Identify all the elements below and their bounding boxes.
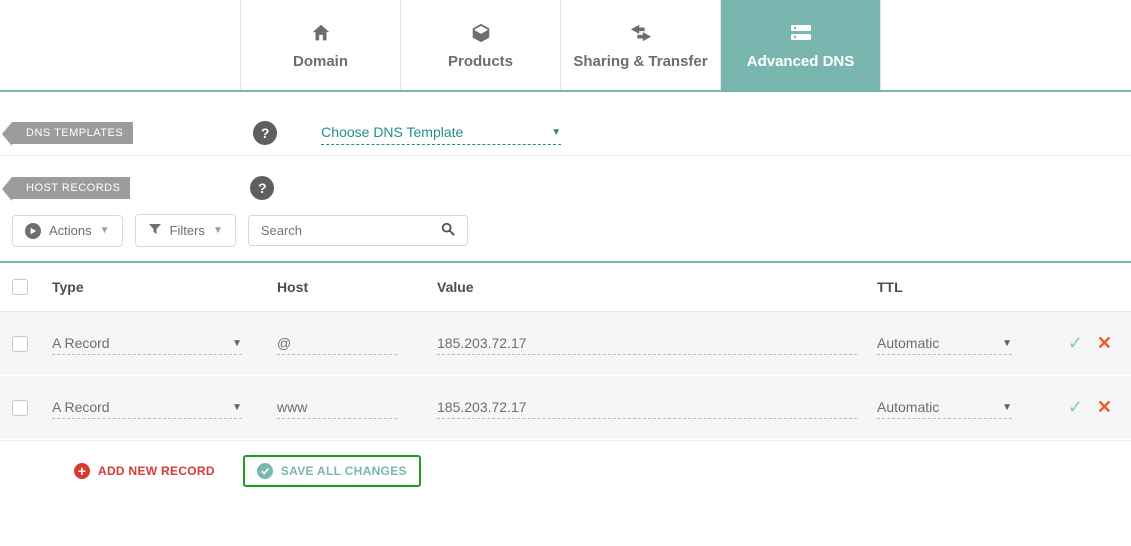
tab-spacer xyxy=(0,0,240,90)
play-icon xyxy=(25,223,41,239)
header-type: Type xyxy=(52,279,277,295)
tab-spacer xyxy=(880,0,1131,90)
add-record-button[interactable]: + ADD NEW RECORD xyxy=(64,457,225,485)
section-dns-templates: DNS TEMPLATES ? Choose DNS Template ▼ xyxy=(0,110,1131,156)
chevron-down-icon: ▼ xyxy=(551,127,561,138)
table-row: A Record ▼ Automatic ▼ ✓ ✕ xyxy=(0,376,1131,440)
delete-icon[interactable]: ✕ xyxy=(1097,397,1112,418)
header-value: Value xyxy=(437,279,877,295)
dns-template-select[interactable]: Choose DNS Template ▼ xyxy=(321,120,561,145)
record-type-select[interactable]: A Record ▼ xyxy=(52,332,242,355)
section-host-records: HOST RECORDS ? xyxy=(0,166,1131,210)
table-header: Type Host Value TTL xyxy=(0,263,1131,312)
tab-label: Domain xyxy=(293,53,348,70)
button-label: Actions xyxy=(49,223,92,238)
ttl-value: Automatic xyxy=(877,399,939,415)
record-type-value: A Record xyxy=(52,335,110,351)
tab-products[interactable]: Products xyxy=(400,0,560,90)
tab-advanced-dns[interactable]: Advanced DNS xyxy=(720,0,880,90)
table-row: A Record ▼ Automatic ▼ ✓ ✕ xyxy=(0,312,1131,376)
chevron-down-icon: ▼ xyxy=(213,225,223,236)
ttl-value: Automatic xyxy=(877,335,939,351)
chevron-down-icon: ▼ xyxy=(1002,402,1012,413)
filters-button[interactable]: Filters ▼ xyxy=(135,214,236,247)
value-input[interactable] xyxy=(437,396,857,419)
host-records-table: Type Host Value TTL A Record ▼ Automatic… xyxy=(0,261,1131,440)
delete-icon[interactable]: ✕ xyxy=(1097,333,1112,354)
tab-label: Sharing & Transfer xyxy=(573,53,707,70)
record-type-value: A Record xyxy=(52,399,110,415)
actions-button[interactable]: Actions ▼ xyxy=(12,215,123,247)
box-icon xyxy=(470,21,492,45)
filter-icon xyxy=(148,222,162,239)
header-ttl: TTL xyxy=(877,279,1032,295)
ttl-select[interactable]: Automatic ▼ xyxy=(877,332,1012,355)
tab-label: Products xyxy=(448,53,513,70)
chevron-down-icon: ▼ xyxy=(1002,338,1012,349)
button-label: Filters xyxy=(170,223,205,238)
chevron-down-icon: ▼ xyxy=(100,225,110,236)
row-checkbox[interactable] xyxy=(12,336,28,352)
search-input[interactable] xyxy=(261,223,421,238)
host-input[interactable] xyxy=(277,332,397,355)
server-icon xyxy=(789,21,813,45)
chevron-down-icon: ▼ xyxy=(232,338,242,349)
tab-bar: Domain Products Sharing & Transfer Advan… xyxy=(0,0,1131,92)
ttl-select[interactable]: Automatic ▼ xyxy=(877,396,1012,419)
header-host: Host xyxy=(277,279,437,295)
toolbar: Actions ▼ Filters ▼ xyxy=(0,214,1131,261)
confirm-icon[interactable]: ✓ xyxy=(1068,397,1083,418)
row-checkbox[interactable] xyxy=(12,400,28,416)
tab-sharing[interactable]: Sharing & Transfer xyxy=(560,0,720,90)
save-all-button[interactable]: SAVE ALL CHANGES xyxy=(243,455,421,487)
button-label: SAVE ALL CHANGES xyxy=(281,464,407,478)
search-box[interactable] xyxy=(248,215,468,246)
help-icon[interactable]: ? xyxy=(253,121,277,145)
value-input[interactable] xyxy=(437,332,857,355)
select-placeholder: Choose DNS Template xyxy=(321,124,463,140)
tab-label: Advanced DNS xyxy=(747,53,855,70)
help-icon[interactable]: ? xyxy=(250,176,274,200)
search-icon[interactable] xyxy=(441,222,455,239)
plus-icon: + xyxy=(74,463,90,479)
select-all-checkbox[interactable] xyxy=(12,279,28,295)
record-type-select[interactable]: A Record ▼ xyxy=(52,396,242,419)
tab-domain[interactable]: Domain xyxy=(240,0,400,90)
check-icon xyxy=(257,463,273,479)
section-tag: DNS TEMPLATES xyxy=(12,122,133,144)
table-footer: + ADD NEW RECORD SAVE ALL CHANGES xyxy=(0,440,1131,501)
button-label: ADD NEW RECORD xyxy=(98,464,215,478)
home-icon xyxy=(310,21,332,45)
chevron-down-icon: ▼ xyxy=(232,402,242,413)
section-tag: HOST RECORDS xyxy=(12,177,130,199)
confirm-icon[interactable]: ✓ xyxy=(1068,333,1083,354)
share-icon xyxy=(628,21,654,45)
host-input[interactable] xyxy=(277,396,397,419)
